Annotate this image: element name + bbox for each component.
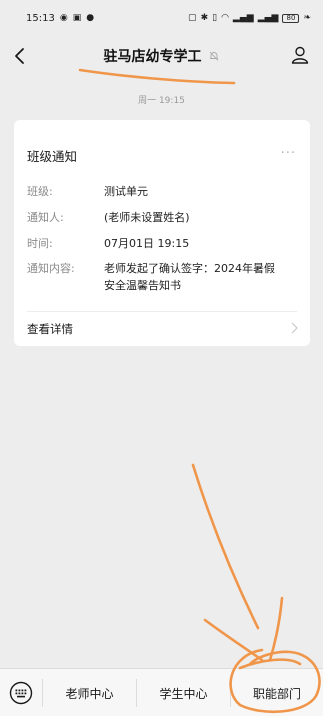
notice-card[interactable]: 班级通知 ··· 班级: 测试单元 通知人: (老师未设置姓名) 时间: 07月… xyxy=(14,120,310,346)
field-value: (老师未设置姓名) xyxy=(104,211,190,224)
menu-teacher-center[interactable]: 老师中心 xyxy=(43,669,136,716)
nfc-status-icon: ▢ xyxy=(188,12,197,23)
menu-student-center[interactable]: 学生中心 xyxy=(137,669,230,716)
leaf-icon: ❧ xyxy=(303,12,311,23)
vibrate-icon: ▯ xyxy=(212,12,218,23)
wifi-icon: ◠ xyxy=(221,12,229,23)
field-label: 班级: xyxy=(27,185,53,198)
mute-bell-icon xyxy=(209,51,218,61)
back-arrow-icon[interactable] xyxy=(8,44,32,68)
nfc-icon: ▣ xyxy=(72,12,82,23)
status-time: 15:13 xyxy=(26,12,55,24)
field-value: 老师发起了确认签字：2024年暑假 安全温馨告知书 xyxy=(104,260,294,294)
eye-icon: ◉ xyxy=(59,12,68,23)
field-value: 07月01日 19:15 xyxy=(104,237,190,250)
status-right: ▢ ✱ ▯ ◠ ▂▄▆ ▂▄▆ 80 ❧ xyxy=(188,12,311,23)
keyboard-icon[interactable] xyxy=(9,681,33,705)
more-options-icon[interactable]: ··· xyxy=(281,146,296,161)
orange-annotation-marks xyxy=(78,68,321,714)
signal-icon: ▂▄▆ xyxy=(232,12,254,23)
content-line-2: 安全温馨告知书 xyxy=(104,279,181,292)
battery-icon: 80 xyxy=(282,13,300,23)
status-bar: 15:13 ◉ ▣ ● ▢ ✱ ▯ ◠ ▂▄▆ ▂▄▆ 80 ❧ xyxy=(0,0,323,36)
signal-2-icon: ▂▄▆ xyxy=(257,12,279,23)
profile-icon[interactable] xyxy=(289,44,311,66)
status-left: 15:13 ◉ ▣ ● xyxy=(26,13,94,24)
view-details-link[interactable]: 查看详情 xyxy=(27,321,73,337)
card-title: 班级通知 xyxy=(27,149,78,164)
message-icon: ● xyxy=(86,12,95,23)
message-timestamp: 周一 19:15 xyxy=(138,96,185,106)
content-line-1: 老师发起了确认签字：2024年暑假 xyxy=(104,262,275,275)
chevron-right-icon xyxy=(291,322,298,334)
nav-title-group: 驻马店幼专学工 xyxy=(60,44,263,68)
nav-bar: 驻马店幼专学工 xyxy=(0,36,323,76)
bluetooth-icon: ✱ xyxy=(200,12,209,23)
field-value: 测试单元 xyxy=(104,185,148,198)
field-label: 通知内容: xyxy=(27,262,75,275)
field-label: 时间: xyxy=(27,237,53,250)
page-title: 驻马店幼专学工 xyxy=(103,49,202,65)
menu-functional-departments[interactable]: 职能部门 xyxy=(231,669,323,716)
field-label: 通知人: xyxy=(27,211,64,224)
bottom-menu-bar: 老师中心 学生中心 职能部门 xyxy=(0,668,323,716)
card-divider xyxy=(27,311,297,312)
